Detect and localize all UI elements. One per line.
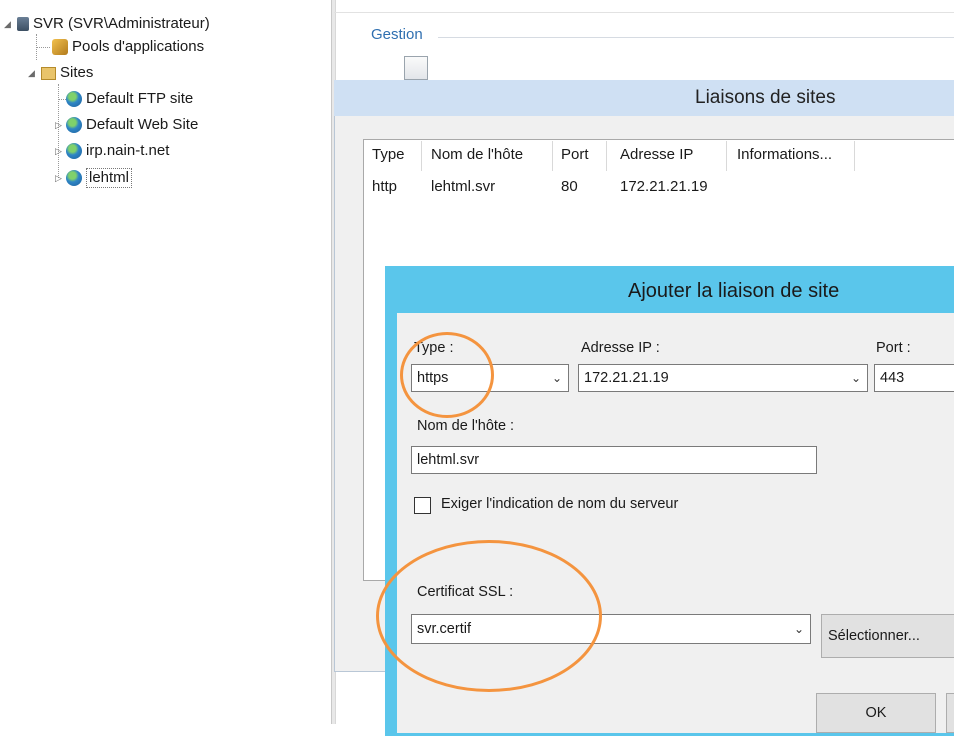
tree-label-site: irp.nain-t.net bbox=[86, 142, 170, 159]
gestion-heading: Gestion bbox=[371, 26, 423, 43]
sites-folder-icon bbox=[41, 66, 56, 80]
expand-arrow-icon[interactable]: ▷ bbox=[55, 167, 64, 189]
cell-type: http bbox=[372, 178, 398, 195]
server-icon bbox=[17, 17, 29, 31]
host-input[interactable]: lehtml.svr bbox=[411, 446, 817, 474]
cell-port: 80 bbox=[561, 178, 578, 195]
column-header-host[interactable]: Nom de l'hôte bbox=[431, 146, 523, 163]
collapse-arrow-icon[interactable]: ◢ bbox=[28, 62, 37, 84]
column-header-ip[interactable]: Adresse IP bbox=[620, 146, 693, 163]
tree-node-site[interactable]: ▷ Default Web Site bbox=[55, 114, 198, 136]
port-input[interactable]: 443 bbox=[874, 364, 954, 392]
collapse-arrow-icon[interactable]: ◢ bbox=[4, 13, 13, 35]
tree-node-server[interactable]: ◢ SVR (SVR\Administrateur) bbox=[4, 13, 210, 35]
tree-node-site[interactable]: ▷ irp.nain-t.net bbox=[55, 140, 169, 162]
globe-icon bbox=[66, 143, 82, 159]
column-header-port[interactable]: Port bbox=[561, 146, 589, 163]
expand-arrow-icon[interactable]: ▷ bbox=[55, 114, 64, 136]
column-header-type[interactable]: Type bbox=[372, 146, 405, 163]
tree-node-pools[interactable]: Pools d'applications bbox=[52, 36, 204, 58]
ip-select-value: 172.21.21.19 bbox=[584, 370, 669, 386]
tree-node-sites[interactable]: ◢ Sites bbox=[28, 62, 93, 84]
globe-icon bbox=[66, 91, 82, 107]
port-input-value: 443 bbox=[880, 370, 905, 386]
cell-ip: 172.21.21.19 bbox=[620, 178, 708, 195]
globe-icon bbox=[66, 170, 82, 186]
toolbar-strip bbox=[334, 0, 954, 13]
feature-icon[interactable] bbox=[404, 56, 428, 80]
tree-node-site-selected[interactable]: ▷ lehtml bbox=[55, 167, 133, 189]
tree-label-server: SVR (SVR\Administrateur) bbox=[33, 15, 210, 32]
tree-label-sites: Sites bbox=[60, 64, 94, 81]
tree-label-site: Default FTP site bbox=[86, 90, 194, 107]
select-certificate-button[interactable]: Sélectionner... bbox=[821, 614, 954, 658]
tree-label-site: lehtml bbox=[86, 168, 133, 188]
site-bindings-title: Liaisons de sites bbox=[695, 87, 836, 108]
highlight-circle-type bbox=[400, 332, 494, 418]
chevron-down-icon: ⌄ bbox=[850, 371, 861, 385]
globe-icon bbox=[66, 117, 82, 133]
port-label: Port : bbox=[876, 340, 911, 356]
expand-arrow-icon[interactable]: ▷ bbox=[55, 140, 64, 162]
sni-label: Exiger l'indication de nom du serveur bbox=[441, 496, 679, 512]
chevron-down-icon: ⌄ bbox=[551, 371, 562, 385]
site-bindings-titlebar: Liaisons de sites bbox=[334, 80, 954, 116]
ok-button[interactable]: OK bbox=[816, 693, 936, 733]
highlight-circle-certificate bbox=[376, 540, 602, 692]
column-header-info[interactable]: Informations... bbox=[737, 146, 832, 163]
tree-label-pools: Pools d'applications bbox=[72, 38, 205, 55]
connections-tree: ◢ SVR (SVR\Administrateur) Pools d'appli… bbox=[0, 0, 330, 724]
cancel-button[interactable] bbox=[946, 693, 954, 733]
ip-label: Adresse IP : bbox=[581, 340, 660, 356]
cell-host: lehtml.svr bbox=[431, 178, 496, 195]
tree-label-site: Default Web Site bbox=[86, 116, 199, 133]
chevron-down-icon: ⌄ bbox=[793, 622, 804, 636]
application-pool-icon bbox=[52, 39, 68, 55]
tree-node-site[interactable]: Default FTP site bbox=[66, 88, 193, 110]
sni-checkbox[interactable] bbox=[414, 497, 431, 514]
ip-select[interactable]: 172.21.21.19 ⌄ bbox=[578, 364, 868, 392]
add-binding-title: Ajouter la liaison de site bbox=[628, 280, 840, 302]
gestion-separator bbox=[438, 37, 954, 38]
host-input-value: lehtml.svr bbox=[417, 452, 480, 468]
host-label: Nom de l'hôte : bbox=[417, 418, 515, 434]
